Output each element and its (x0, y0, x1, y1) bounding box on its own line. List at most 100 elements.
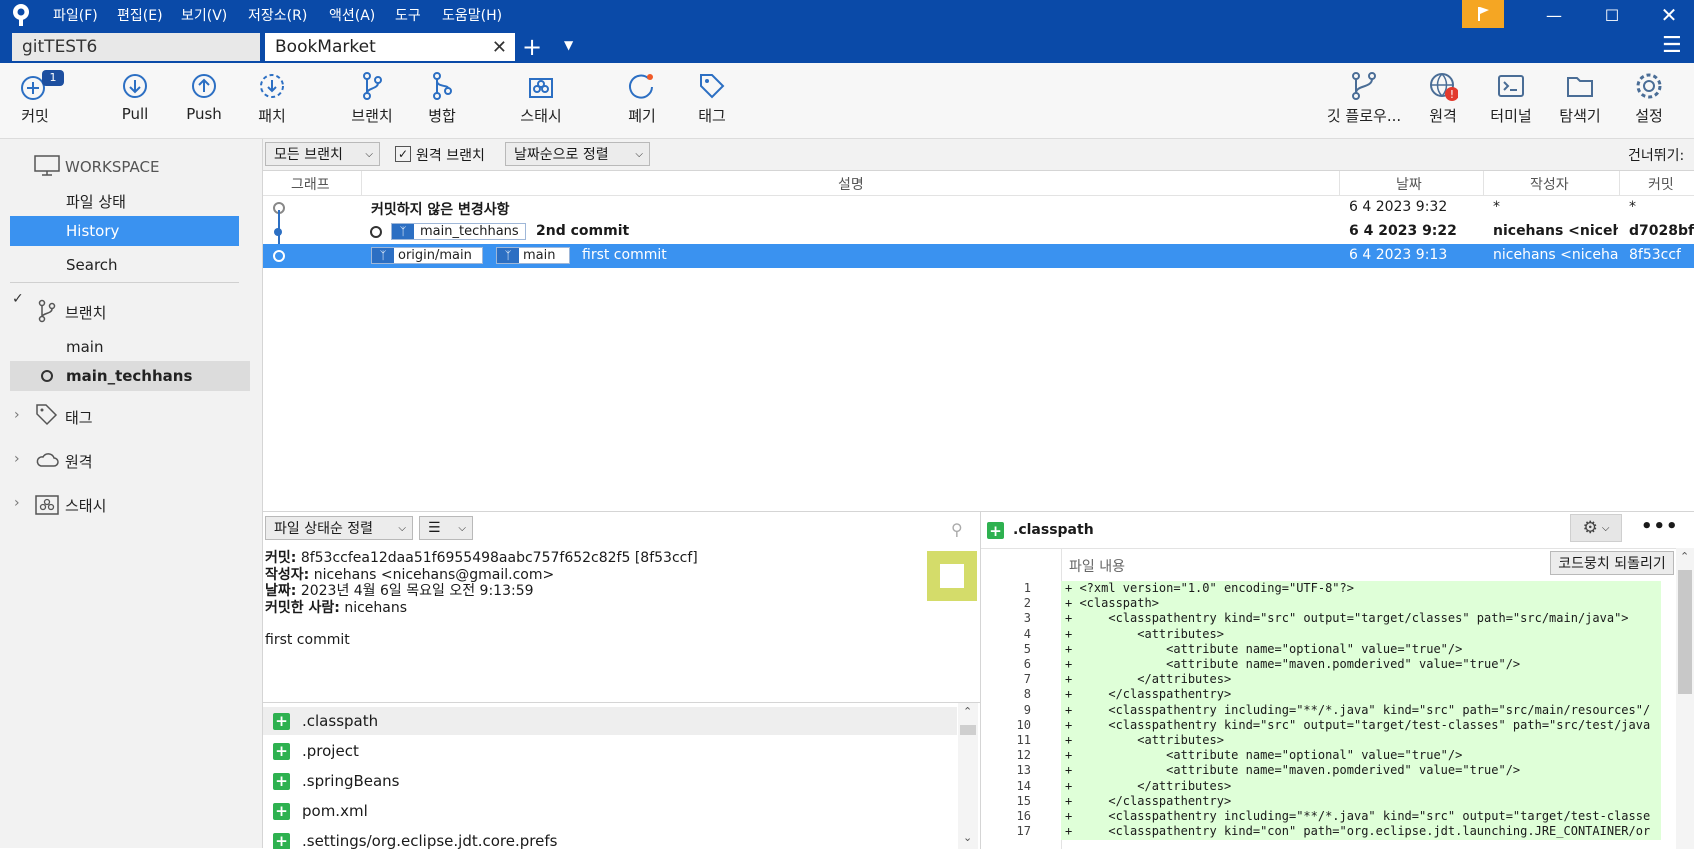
sidebar-item-file-status[interactable]: 파일 상태 (66, 191, 126, 212)
line-number: 5 (981, 642, 1031, 656)
branch-button[interactable]: 브랜치 (337, 71, 407, 126)
all-branches-dropdown[interactable]: 모든 브랜치 ⌵ (265, 142, 380, 166)
diff-settings-button[interactable]: ⚙ ⌵ (1570, 514, 1622, 542)
menu-file[interactable]: 파일(F) (53, 5, 98, 25)
menu-edit[interactable]: 편집(E) (117, 5, 163, 25)
file-item[interactable]: +.settings/org.eclipse.jdt.core.prefs (273, 827, 953, 849)
divider (981, 548, 1694, 549)
tab-gittest6[interactable]: gitTEST6 (12, 33, 260, 61)
chevron-right-icon[interactable]: › (14, 451, 20, 467)
revert-hunk-label: 코드뭉치 되돌리기 (1558, 553, 1666, 573)
search-icon[interactable]: ⚲ (951, 520, 963, 539)
line-text: + <classpathentry including="**/*.java" … (1061, 809, 1661, 825)
column-date[interactable]: 날짜 (1396, 174, 1422, 194)
changed-files-list: +.classpath +.project +.springBeans +pom… (263, 703, 957, 849)
close-tab-icon[interactable]: ✕ (492, 37, 507, 58)
sidebar-branch-main[interactable]: main (66, 338, 103, 356)
line-text: + </attributes> (1061, 672, 1661, 688)
tab-bookmarket[interactable]: BookMarket ✕ (265, 33, 515, 61)
menu-actions[interactable]: 액션(A) (329, 5, 375, 25)
git-flow-button[interactable]: 깃 플로우... (1322, 71, 1406, 126)
explorer-button[interactable]: 탐색기 (1545, 71, 1615, 126)
divider (361, 171, 362, 195)
menu-help[interactable]: 도움말(H) (442, 5, 502, 25)
sidebar-section-branches[interactable]: 브랜치 (65, 302, 106, 323)
sort-dropdown[interactable]: 날짜순으로 정렬 ⌵ (505, 142, 650, 166)
menu-view[interactable]: 보기(V) (181, 5, 227, 25)
file-item[interactable]: +pom.xml (273, 797, 953, 825)
file-item[interactable]: +.classpath (263, 707, 957, 735)
tab-label: BookMarket (275, 37, 376, 57)
remote-branches-checkbox[interactable]: ✓ (395, 146, 411, 162)
settings-button[interactable]: 설정 (1614, 71, 1684, 126)
commit-hash-full: 8f53ccfea12daa51f6955498aabc757f652c82f5… (301, 550, 698, 566)
column-graph[interactable]: 그래프 (291, 174, 330, 194)
close-window-button[interactable]: ✕ (1646, 0, 1692, 30)
line-number: 15 (981, 794, 1031, 808)
diff-scrollbar[interactable]: ⌃ (1676, 548, 1694, 849)
push-label: Push (186, 105, 222, 123)
commit-row-2nd[interactable]: ᛉ main_techhans 2nd commit 6 4 2023 9:22… (263, 220, 1694, 244)
file-list-scrollbar[interactable]: ⌃ ⌄ (958, 703, 978, 849)
push-button[interactable]: Push (169, 71, 239, 123)
diff-line: 2+ <classpath> (981, 596, 1674, 612)
sidebar-item-history[interactable]: History (10, 216, 239, 246)
hamburger-menu-icon[interactable]: ☰ (1662, 33, 1682, 58)
sidebar-section-tags[interactable]: 태그 (65, 407, 93, 428)
branch-icon: ᛉ (497, 248, 519, 263)
column-description[interactable]: 설명 (838, 174, 864, 194)
fetch-button[interactable]: 패치 (237, 71, 307, 126)
merge-button[interactable]: 병합 (407, 71, 477, 126)
discard-button[interactable]: 폐기 (607, 71, 677, 126)
gear-icon: ⚙ (1583, 518, 1598, 538)
tag-button[interactable]: 태그 (677, 71, 747, 126)
commit-label: 커밋 (21, 107, 49, 125)
terminal-button[interactable]: 터미널 (1476, 71, 1546, 126)
new-tab-icon[interactable]: + (522, 33, 542, 61)
chevron-up-icon[interactable]: ⌃ (963, 705, 972, 718)
view-mode-dropdown[interactable]: ☰ ⌵ (419, 516, 473, 540)
revert-hunk-button[interactable]: 코드뭉치 되돌리기 (1550, 551, 1674, 575)
file-item[interactable]: +.springBeans (273, 767, 953, 795)
sidebar-branch-main-techhans[interactable]: main_techhans (10, 361, 250, 391)
menu-repository[interactable]: 저장소(R) (248, 5, 307, 25)
pull-button[interactable]: Pull (100, 71, 170, 123)
line-text: + <attribute name="maven.pomderived" val… (1061, 763, 1661, 779)
chevron-down-icon[interactable]: ✓ (12, 291, 24, 307)
app-logo-icon (10, 3, 32, 27)
branch-icon (36, 299, 58, 323)
added-icon: + (273, 743, 290, 760)
file-sort-dropdown[interactable]: 파일 상태순 정렬 ⌵ (265, 516, 413, 540)
line-number: 9 (981, 703, 1031, 717)
commit-details-pane: 파일 상태순 정렬 ⌵ ☰ ⌵ ⚲ 커밋: 8f53ccfea12daa51f6… (263, 511, 981, 849)
tab-list-chevron-icon[interactable]: ▼ (564, 38, 573, 52)
line-number: 13 (981, 763, 1031, 777)
file-item[interactable]: +.project (273, 737, 953, 765)
branch-tag-main[interactable]: ᛉ main (496, 247, 570, 264)
chevron-right-icon[interactable]: › (14, 495, 20, 511)
maximize-button[interactable]: ☐ (1589, 0, 1635, 30)
flag-icon[interactable] (1462, 0, 1504, 28)
sidebar-item-label: History (66, 222, 119, 240)
column-commit[interactable]: 커밋 (1648, 174, 1674, 194)
remote-button[interactable]: ! 원격 (1408, 71, 1478, 126)
branch-tag-origin-main[interactable]: ᛉ origin/main (371, 247, 483, 264)
column-author[interactable]: 작성자 (1530, 174, 1569, 194)
minimize-button[interactable]: — (1531, 0, 1577, 30)
pull-arrow-icon (120, 71, 150, 101)
sidebar-section-remotes[interactable]: 원격 (65, 451, 93, 472)
sidebar-section-stashes[interactable]: 스태시 (65, 495, 106, 516)
chevron-up-icon[interactable]: ⌃ (1680, 550, 1689, 563)
line-text: + <attribute name="optional" value="true… (1061, 748, 1661, 764)
branch-tag-main-techhans[interactable]: ᛉ main_techhans (391, 223, 526, 240)
added-icon: + (273, 833, 290, 849)
more-options-icon[interactable]: ••• (1641, 516, 1679, 537)
chevron-right-icon[interactable]: › (14, 407, 20, 423)
menu-tools[interactable]: 도구 (395, 5, 421, 25)
commit-row-uncommitted[interactable]: 커밋하지 않은 변경사항 6 4 2023 9:32 * * (263, 196, 1694, 220)
line-text: + <classpathentry including="**/*.java" … (1061, 703, 1661, 719)
chevron-down-icon[interactable]: ⌄ (963, 831, 972, 844)
stash-button[interactable]: 스태시 (506, 71, 576, 126)
sidebar-item-search[interactable]: Search (66, 256, 118, 274)
commit-row-first[interactable]: ᛉ origin/main ᛉ main first commit 6 4 20… (263, 244, 1694, 268)
